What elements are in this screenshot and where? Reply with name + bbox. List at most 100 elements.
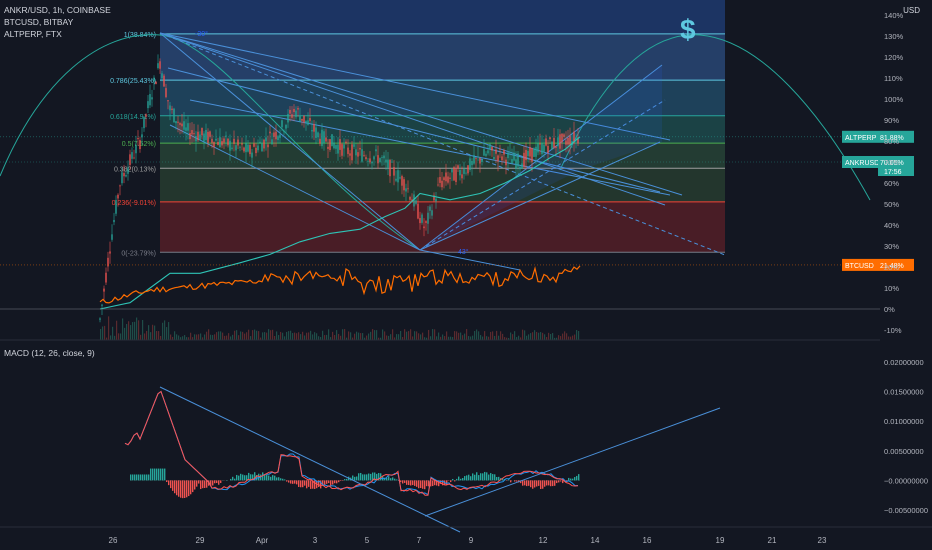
main-price-pane[interactable]: 1(38.84%)0.786(25.43%)0.618(14.91%)0.5(7… xyxy=(0,0,871,340)
macd-histogram-bar xyxy=(196,480,198,487)
candle-body xyxy=(207,131,209,143)
candle-body xyxy=(529,147,531,157)
macd-histogram-bar xyxy=(536,480,538,487)
macd-histogram-bar xyxy=(216,480,218,484)
volume-bar xyxy=(474,331,476,340)
candle-body xyxy=(363,154,365,156)
candle-body xyxy=(261,143,263,152)
volume-bar xyxy=(256,330,258,340)
legend-btc[interactable]: BTCUSD, BITBAY xyxy=(4,16,111,28)
macd-histogram-bar xyxy=(170,480,172,489)
candle-body xyxy=(397,170,399,183)
macd-histogram-bar xyxy=(558,480,560,483)
trend-line[interactable] xyxy=(419,249,521,271)
candle-body xyxy=(309,118,311,121)
volume-bar xyxy=(318,336,320,340)
volume-bar xyxy=(356,331,358,340)
volume-bar xyxy=(550,333,552,340)
currency-label[interactable]: USD xyxy=(903,6,920,15)
macd-histogram-bar xyxy=(446,480,448,485)
macd-histogram-bar xyxy=(264,475,266,481)
volume-bar xyxy=(232,334,234,340)
candle-body xyxy=(161,73,163,79)
macd-histogram-bar xyxy=(290,480,292,484)
candle-body xyxy=(229,140,231,151)
candle-body xyxy=(333,142,335,149)
volume-bar xyxy=(418,333,420,340)
volume-bar xyxy=(492,331,494,340)
macd-trend-line-down[interactable] xyxy=(159,386,461,533)
volume-bar xyxy=(478,331,480,340)
chart-canvas[interactable]: 1(38.84%)0.786(25.43%)0.618(14.91%)0.5(7… xyxy=(0,0,932,550)
macd-histogram-bar xyxy=(190,480,192,495)
candle-body xyxy=(495,149,497,154)
macd-histogram-bar xyxy=(494,474,496,481)
candle-body xyxy=(223,138,225,143)
volume-bar xyxy=(398,334,400,340)
macd-histogram-bar xyxy=(284,479,286,481)
volume-bar xyxy=(396,334,398,340)
candle-body xyxy=(125,175,127,177)
macd-histogram-bar xyxy=(302,480,304,488)
candle-body xyxy=(439,177,441,183)
macd-histogram-bar xyxy=(184,480,186,498)
time-tick-label: 14 xyxy=(591,536,600,545)
candle-body xyxy=(473,155,475,164)
macd-histogram-bar xyxy=(340,480,342,481)
macd-trend-line-up[interactable] xyxy=(424,407,721,517)
legend-altperp[interactable]: ALTPERP, FTX xyxy=(4,28,111,40)
candle-body xyxy=(213,142,215,148)
volume-bar xyxy=(228,333,230,340)
macd-histogram-bar xyxy=(276,477,278,481)
candle-body xyxy=(479,158,481,164)
volume-bar xyxy=(304,335,306,340)
candle-body xyxy=(295,110,297,118)
candle-body xyxy=(501,156,503,161)
legend-main[interactable]: ANKR/USD, 1h, COINBASE xyxy=(4,4,111,16)
series-btc-line[interactable] xyxy=(99,265,581,304)
volume-bar xyxy=(544,334,546,340)
volume-bar xyxy=(102,326,104,340)
candle-body xyxy=(553,137,555,148)
candle-body xyxy=(203,133,205,142)
macd-histogram-bar xyxy=(466,475,468,481)
macd-histogram-bar xyxy=(278,477,280,481)
macd-histogram-bar xyxy=(328,480,330,484)
volume-bar xyxy=(456,331,458,340)
candle-body xyxy=(543,144,545,152)
volume-bar xyxy=(328,329,330,340)
volume-bar xyxy=(530,333,532,340)
volume-bar xyxy=(342,329,344,340)
time-tick-label: 12 xyxy=(539,536,548,545)
macd-histogram-bar xyxy=(408,480,410,486)
candle-body xyxy=(403,179,405,191)
volume-bar xyxy=(226,335,228,340)
macd-histogram-bar xyxy=(556,480,558,484)
volume-bar xyxy=(118,333,120,340)
candle-body xyxy=(181,123,183,127)
candle-body xyxy=(451,169,453,173)
volume-bar xyxy=(354,333,356,340)
macd-tick-label: 0.01500000 xyxy=(884,388,924,397)
volume-bar xyxy=(136,317,138,340)
macd-histogram-bar xyxy=(496,477,498,481)
candle-body xyxy=(151,97,153,100)
candle-body xyxy=(415,200,417,204)
candle-body xyxy=(303,115,305,123)
candle-body xyxy=(445,172,447,182)
price-tick-label: 110% xyxy=(884,74,903,83)
candle-body xyxy=(421,214,423,223)
candle-body xyxy=(387,159,389,168)
candle-body xyxy=(293,108,295,113)
macd-histogram-bar xyxy=(220,480,222,483)
candle-body xyxy=(431,210,433,216)
candle-body xyxy=(273,132,275,137)
macd-histogram-bar xyxy=(538,480,540,486)
price-tick-label: 40% xyxy=(884,221,899,230)
macd-pane[interactable] xyxy=(124,386,721,533)
candle-body xyxy=(239,146,241,148)
candle-body xyxy=(263,139,265,149)
candle-body xyxy=(127,167,129,174)
legend-macd[interactable]: MACD (12, 26, close, 9) xyxy=(4,348,95,358)
macd-histogram-bar xyxy=(414,480,416,486)
